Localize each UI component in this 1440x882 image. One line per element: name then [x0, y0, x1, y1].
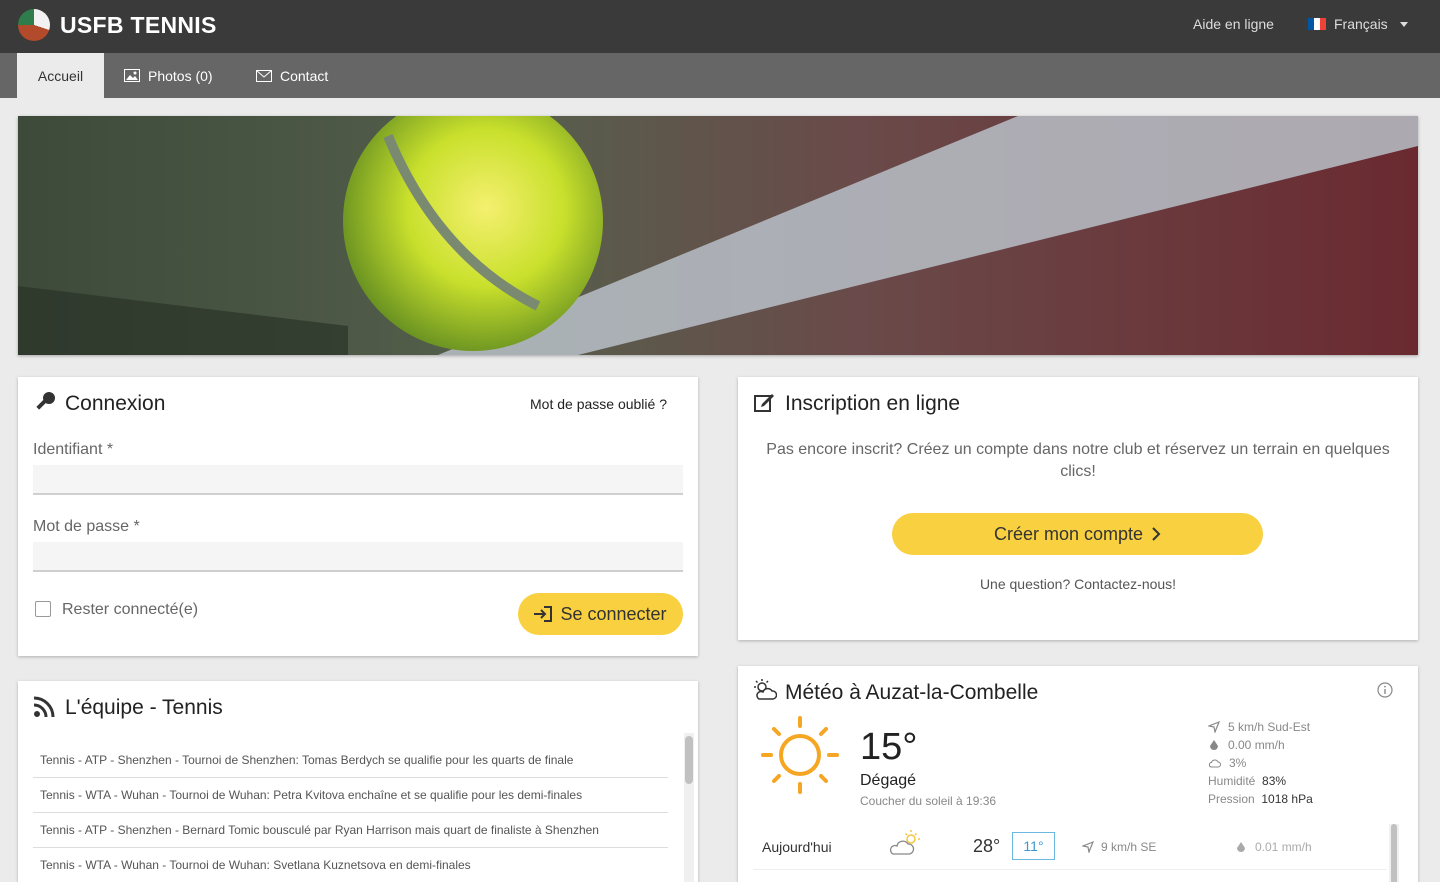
- wind-direction-icon: [1082, 841, 1094, 853]
- news-feed-panel: L'équipe - Tennis Tennis - ATP - Shenzhe…: [18, 681, 698, 882]
- remember-label: Rester connecté(e): [62, 601, 199, 618]
- sun-icon: [761, 716, 839, 794]
- tab-label: Photos (0): [148, 67, 213, 84]
- rss-icon: [34, 696, 55, 717]
- weather-title: Météo à Auzat-la-Combelle: [785, 681, 1039, 704]
- main-nav: Accueil Photos (0) Contact: [0, 53, 1440, 98]
- chevron-down-icon: [1399, 21, 1408, 27]
- droplet-icon: [1210, 740, 1218, 750]
- forecast-max-temp: 28°: [973, 836, 1001, 856]
- sunset-time: Coucher du soleil à 19:36: [860, 794, 997, 808]
- forecast-wind: 9 km/h SE: [1082, 840, 1156, 854]
- tab-label: Contact: [280, 67, 329, 84]
- feed-item[interactable]: Tennis - WTA - Wuhan - Tournoi de Wuhan:…: [33, 848, 668, 882]
- login-title: Connexion: [65, 392, 166, 415]
- edit-icon: [754, 394, 774, 412]
- forgot-password-link[interactable]: Mot de passe oublié ?: [530, 396, 667, 412]
- key-icon: [36, 392, 55, 410]
- wind-info: 5 km/h Sud-Est: [1208, 720, 1310, 734]
- clouds-info: 3%: [1208, 756, 1246, 770]
- chevron-right-icon: [1152, 527, 1161, 541]
- forecast-rain: 0.01 mm/h: [1235, 840, 1312, 854]
- feed-item[interactable]: Tennis - ATP - Shenzhen - Tournoi de She…: [33, 743, 668, 778]
- tab-photos[interactable]: Photos (0): [124, 53, 213, 98]
- forecast-min-temp: 11°: [1012, 832, 1055, 860]
- image-icon: [124, 69, 140, 82]
- scrollbar-thumb[interactable]: [1391, 824, 1397, 882]
- username-input[interactable]: [33, 465, 683, 495]
- create-account-label: Créer mon compte: [993, 523, 1144, 544]
- feed-scrollbar[interactable]: [684, 733, 694, 882]
- wind-direction-icon: [1208, 721, 1220, 733]
- login-panel: Connexion Mot de passe oublié ? Identifi…: [18, 377, 698, 656]
- top-bar: USFB TENNIS Aide en ligne Français: [0, 0, 1440, 53]
- tab-contact[interactable]: Contact: [256, 53, 328, 98]
- help-link[interactable]: Aide en ligne: [1193, 16, 1274, 32]
- remember-checkbox[interactable]: [35, 601, 51, 617]
- language-label: Français: [1334, 16, 1388, 32]
- brand-title[interactable]: USFB TENNIS: [60, 12, 217, 39]
- create-account-button[interactable]: Créer mon compte: [892, 513, 1263, 555]
- humidity-value: 83%: [1262, 774, 1287, 788]
- feed-item[interactable]: Tennis - WTA - Wuhan - Tournoi de Wuhan:…: [33, 778, 668, 813]
- signup-text: Pas encore inscrit? Créez un compte dans…: [766, 441, 1390, 480]
- login-button-label: Se connecter: [560, 603, 667, 624]
- humidity-info: Humidité 83%: [1208, 774, 1287, 788]
- username-label: Identifiant *: [33, 441, 114, 458]
- current-temperature: 15°: [860, 726, 918, 768]
- forecast-scrollbar[interactable]: [1389, 824, 1399, 882]
- envelope-icon: [256, 69, 272, 82]
- scrollbar-thumb[interactable]: [685, 736, 693, 784]
- tab-home[interactable]: Accueil: [17, 53, 104, 98]
- hero-banner-image: [18, 116, 1418, 355]
- weather-condition: Dégagé: [860, 772, 917, 789]
- password-label: Mot de passe *: [33, 518, 140, 535]
- info-icon[interactable]: [1377, 682, 1393, 698]
- language-selector[interactable]: Français: [1308, 16, 1408, 32]
- cloud-icon: [1208, 759, 1221, 768]
- forecast-day: Aujourd'hui: [762, 839, 832, 855]
- rain-info: 0.00 mm/h: [1208, 738, 1285, 752]
- feed-item[interactable]: Tennis - ATP - Shenzhen - Bernard Tomic …: [33, 813, 668, 848]
- tab-label: Accueil: [37, 67, 84, 84]
- forecast-row: Aujourd'hui 28° 11° 9 km/h SE 0.01 mm/h: [753, 824, 1387, 870]
- pressure-info: Pression 1018 hPa: [1208, 792, 1313, 806]
- signup-title: Inscription en ligne: [785, 392, 961, 415]
- password-input[interactable]: [33, 542, 683, 572]
- signup-panel: Inscription en ligne Pas encore inscrit?…: [738, 377, 1418, 640]
- club-logo[interactable]: [18, 9, 50, 41]
- sign-in-icon: [534, 606, 553, 622]
- partly-cloudy-icon: [889, 830, 920, 855]
- login-button[interactable]: Se connecter: [518, 593, 683, 635]
- pressure-value: 1018 hPa: [1261, 792, 1313, 806]
- feed-title: L'équipe - Tennis: [65, 696, 223, 719]
- weather-panel: Météo à Auzat-la-Combelle 15° Dégagé Cou…: [738, 666, 1418, 882]
- partly-sunny-icon: [754, 679, 777, 700]
- contact-us-link[interactable]: Une question? Contactez-nous!: [738, 576, 1418, 592]
- droplet-icon: [1237, 842, 1245, 852]
- french-flag-icon: [1308, 18, 1326, 30]
